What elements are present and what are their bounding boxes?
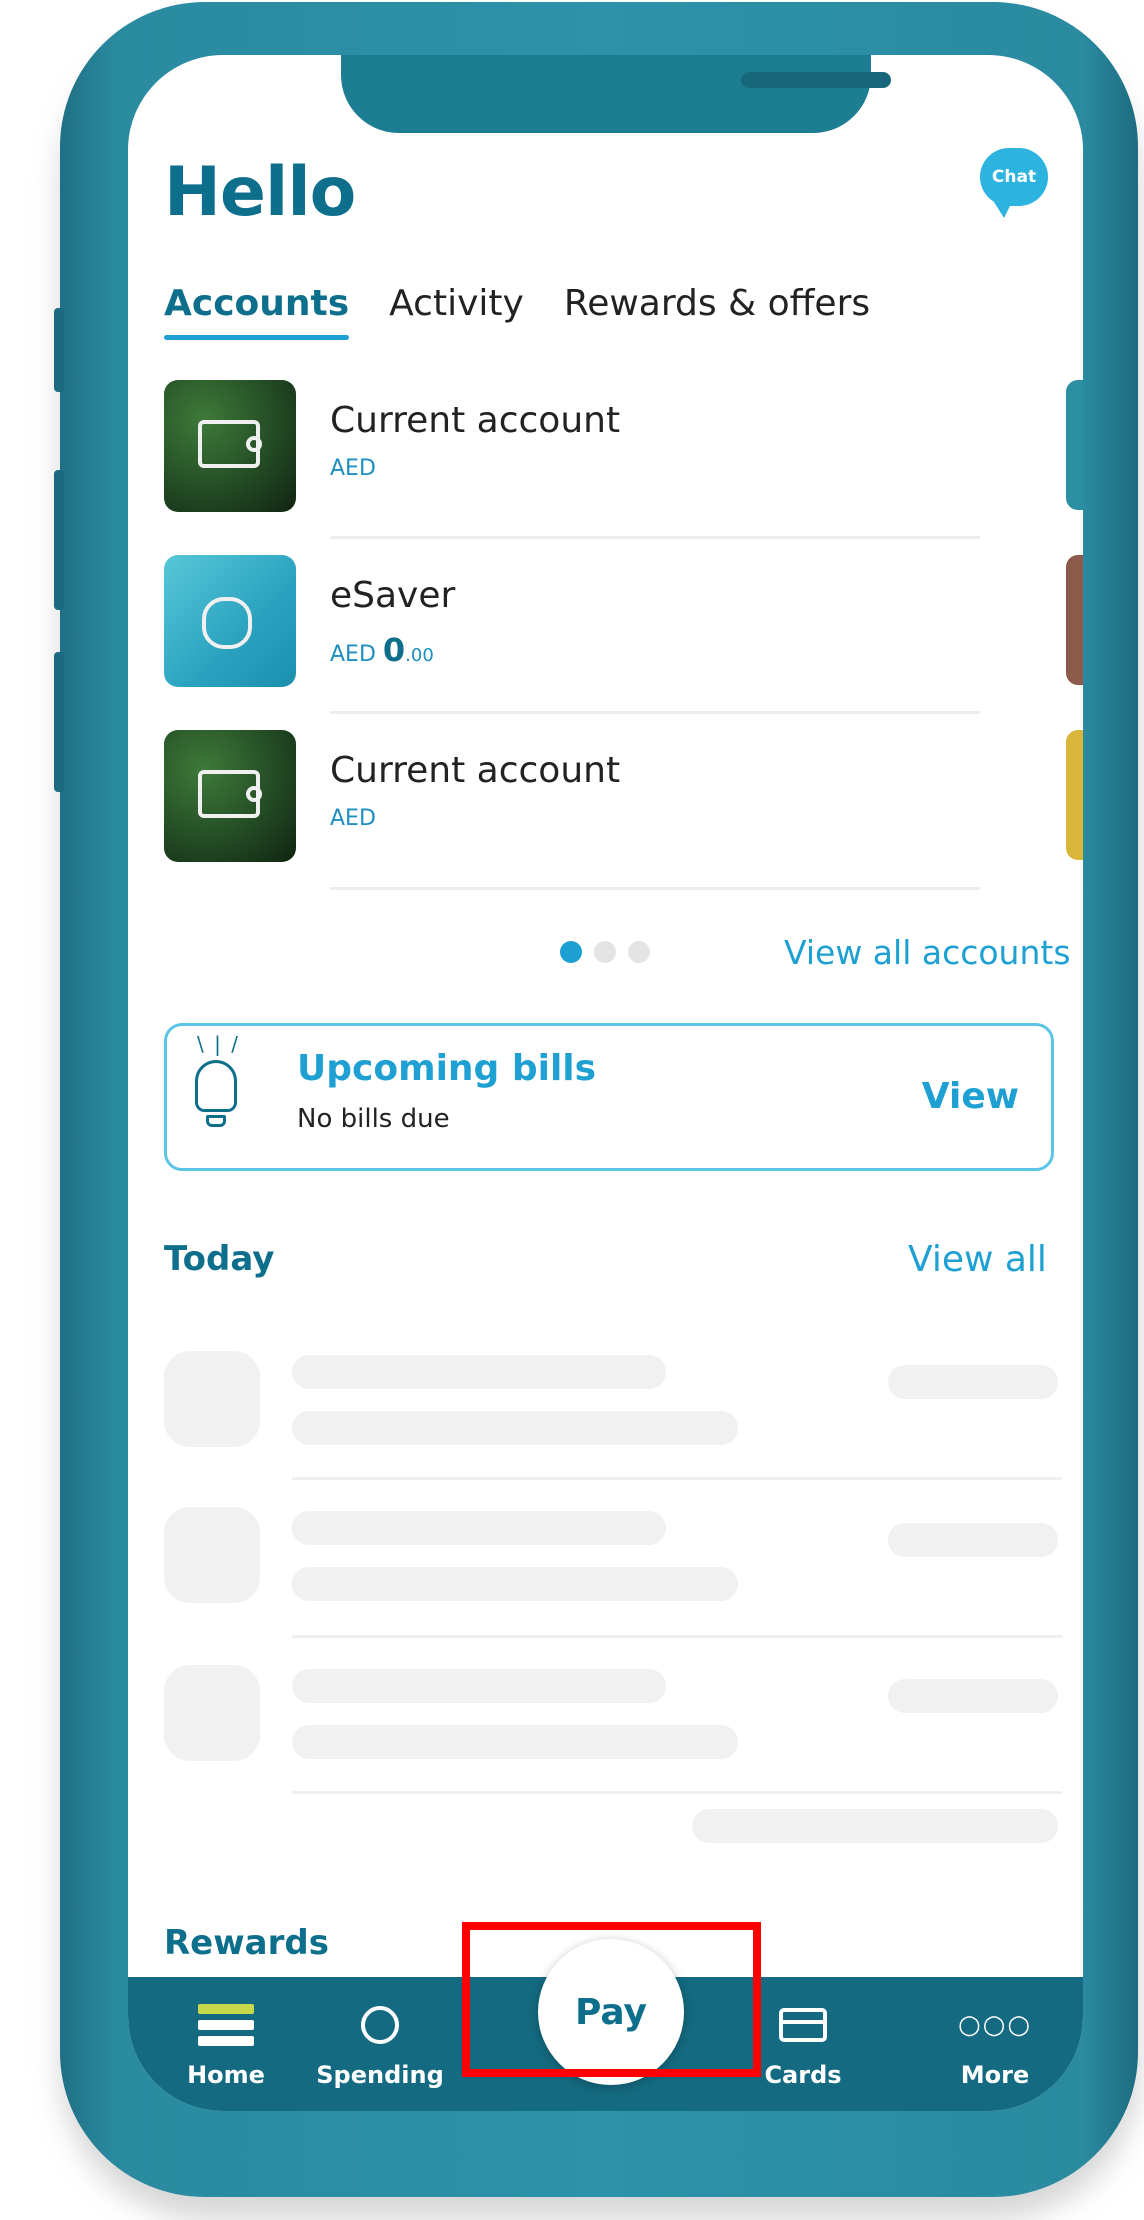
- pie-chart-icon: [361, 2006, 399, 2044]
- account-balance: AED 0.00: [330, 631, 434, 669]
- more-icon: ○○○: [957, 2010, 1033, 2040]
- account-name: Current account: [330, 400, 621, 441]
- chat-label: Chat: [991, 167, 1037, 187]
- next-card-peek[interactable]: [1066, 555, 1083, 685]
- home-icon: [198, 1998, 254, 2052]
- greeting-title: Hello: [164, 153, 356, 232]
- tab-rewards-offers[interactable]: Rewards & offers: [564, 283, 870, 324]
- skeleton-line: [292, 1411, 738, 1445]
- nav-more[interactable]: ○○○ More: [925, 1995, 1065, 2089]
- account-item-esaver[interactable]: eSaver AED 0.00: [164, 555, 764, 687]
- divider: [330, 536, 980, 539]
- app-screen: Hello Chat Accounts Activity Rewards & o…: [128, 55, 1083, 2111]
- tab-accounts[interactable]: Accounts: [164, 283, 350, 340]
- skeleton-line: [292, 1511, 666, 1545]
- volume-down-button: [54, 652, 64, 792]
- skeleton-line: [888, 1365, 1058, 1399]
- coins-icon: [164, 555, 296, 687]
- leaf-wallet-icon: [164, 730, 296, 862]
- skeleton-avatar: [164, 1507, 260, 1603]
- divider: [292, 1477, 1062, 1480]
- bills-title: Upcoming bills: [297, 1048, 597, 1089]
- lightbulb-icon: [195, 1060, 237, 1127]
- tab-activity[interactable]: Activity: [389, 283, 524, 324]
- highlight-box: [462, 1922, 761, 2077]
- account-item-current-2[interactable]: Current account AED: [164, 730, 764, 862]
- next-card-peek[interactable]: [1066, 380, 1083, 510]
- divider: [330, 711, 980, 714]
- tab-bar: Accounts Activity Rewards & offers: [164, 283, 870, 340]
- nav-spending[interactable]: Spending: [310, 1995, 450, 2089]
- carousel-dot[interactable]: [628, 941, 650, 963]
- bulb-rays: \ | /: [197, 1032, 240, 1056]
- account-balance: AED: [330, 456, 376, 481]
- divider: [330, 887, 980, 890]
- speaker: [741, 72, 891, 88]
- skeleton-line: [292, 1355, 666, 1389]
- skeleton-line: [888, 1679, 1058, 1713]
- account-balance: AED: [330, 806, 376, 831]
- carousel-dot[interactable]: [594, 941, 616, 963]
- divider: [292, 1635, 1062, 1638]
- carousel-dots[interactable]: [560, 941, 650, 963]
- skeleton-line: [292, 1725, 738, 1759]
- skeleton-line: [692, 1809, 1058, 1843]
- today-title: Today: [164, 1239, 275, 1279]
- carousel-dot[interactable]: [560, 941, 582, 963]
- nav-label: Home: [187, 2061, 265, 2089]
- volume-up-button: [54, 470, 64, 610]
- next-card-peek[interactable]: [1066, 730, 1083, 860]
- rewards-title: Rewards: [164, 1923, 329, 1963]
- phone-notch: [341, 55, 891, 133]
- account-name: Current account: [330, 750, 621, 791]
- account-item-current-1[interactable]: Current account AED: [164, 380, 764, 512]
- card-icon: [779, 2008, 827, 2042]
- skeleton-line: [888, 1523, 1058, 1557]
- nav-label: Spending: [316, 2061, 444, 2089]
- leaf-wallet-icon: [164, 380, 296, 512]
- skeleton-line: [292, 1669, 666, 1703]
- view-all-link[interactable]: View all: [908, 1239, 1047, 1280]
- nav-label: More: [960, 2061, 1030, 2089]
- view-all-accounts-link[interactable]: View all accounts: [784, 933, 1071, 972]
- nav-home[interactable]: Home: [156, 1995, 296, 2089]
- skeleton-line: [292, 1567, 738, 1601]
- chat-icon[interactable]: Chat: [980, 148, 1048, 218]
- account-name: eSaver: [330, 575, 456, 616]
- bills-subtitle: No bills due: [297, 1104, 450, 1134]
- skeleton-avatar: [164, 1351, 260, 1447]
- bills-view-button[interactable]: View: [922, 1076, 1019, 1117]
- skeleton-avatar: [164, 1665, 260, 1761]
- upcoming-bills-card[interactable]: \ | / Upcoming bills No bills due View: [164, 1023, 1054, 1171]
- divider: [292, 1791, 1062, 1794]
- side-button: [54, 308, 64, 392]
